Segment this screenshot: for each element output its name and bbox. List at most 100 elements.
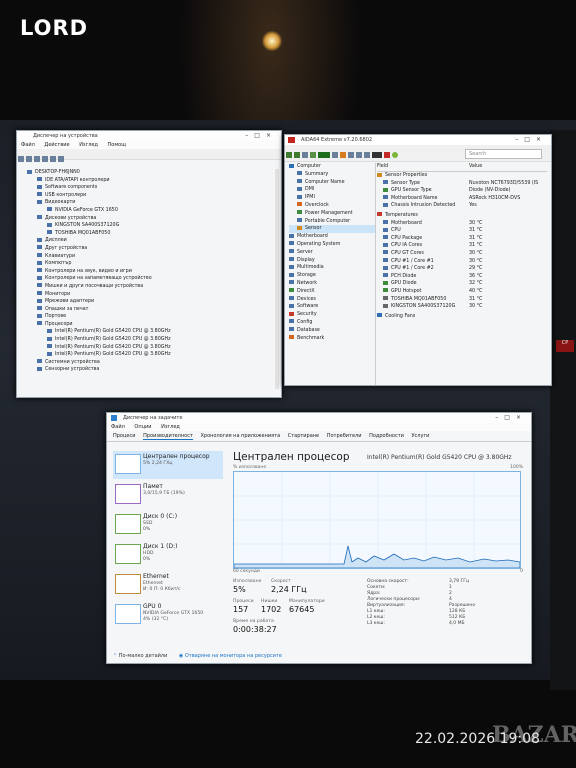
side-item-disk0[interactable]: Диск 0 (C:) SSD 0% (113, 511, 223, 539)
temperature-row[interactable]: TOSHIBA MQ01ABF050 31 °C (377, 296, 547, 304)
forward-icon[interactable] (26, 156, 32, 162)
nav-item[interactable]: Devices (289, 296, 375, 304)
tree-item[interactable]: Дискови устройства (27, 215, 281, 223)
menu-view[interactable]: Изглед (161, 424, 180, 430)
nav-item[interactable]: Summary (289, 171, 375, 179)
temperature-row[interactable]: CPU 31 °C (377, 227, 547, 235)
nav-item[interactable]: Server (289, 249, 375, 257)
tree-item[interactable]: Портове (27, 313, 281, 321)
col-value[interactable]: Value (469, 163, 482, 171)
tab-app-history[interactable]: Хронология на приложенията (200, 433, 280, 439)
tab-services[interactable]: Услуги (412, 433, 430, 439)
nav-item[interactable]: Portable Computer (289, 218, 375, 226)
temperature-row[interactable]: CPU IA Cores 31 °C (377, 242, 547, 250)
temperature-row[interactable]: CPU #1 / Core #1 30 °C (377, 258, 547, 266)
nav-item[interactable]: DirectX (289, 288, 375, 296)
gpu-icon[interactable] (364, 152, 370, 158)
tab-users[interactable]: Потребители (327, 433, 362, 439)
report-icon[interactable] (332, 152, 338, 158)
window-controls[interactable]: –□× (245, 131, 277, 141)
window-controls[interactable]: –□× (515, 135, 547, 145)
nav-item[interactable]: Computer Name (289, 179, 375, 187)
tree-item[interactable]: Сензорни устройства (27, 366, 281, 374)
tree-item[interactable]: Компютър (27, 260, 281, 268)
tree-item[interactable]: NVIDIA GeForce GTX 1650 (27, 207, 281, 215)
tree-item[interactable]: Intel(R) Pentium(R) Gold G5420 CPU @ 3.8… (27, 351, 281, 359)
memory-icon[interactable] (318, 152, 330, 158)
side-item-ethernet[interactable]: Ethernet Ethernet И: 0 П: 0 Кбит/с (113, 571, 223, 599)
monitor-icon[interactable] (58, 156, 64, 162)
tree-item[interactable]: Intel(R) Pentium(R) Gold G5420 CPU @ 3.8… (27, 328, 281, 336)
col-field[interactable]: Field (377, 164, 388, 169)
tree-item[interactable]: Intel(R) Pentium(R) Gold G5420 CPU @ 3.8… (27, 344, 281, 352)
nav-item[interactable]: Display (289, 257, 375, 265)
sensor-row[interactable]: Sensor Type Nuvoton NCT6793D/5539 (IS (377, 180, 547, 188)
menu-file[interactable]: Файл (21, 142, 35, 148)
temperature-row[interactable]: CPU Package 31 °C (377, 235, 547, 243)
nav-item[interactable]: Operating System (289, 241, 375, 249)
nav-item[interactable]: Security (289, 311, 375, 319)
nav-item[interactable]: Network (289, 280, 375, 288)
menu-view[interactable]: Изглед (79, 142, 98, 148)
tree-item[interactable]: Процесори (27, 321, 281, 329)
side-item-disk1[interactable]: Диск 1 (D:) HDD 0% (113, 541, 223, 569)
users-icon[interactable] (356, 152, 362, 158)
tab-performance[interactable]: Производителност (143, 433, 193, 440)
tree-item[interactable]: Мрежови адаптери (27, 298, 281, 306)
properties-icon[interactable] (34, 156, 40, 162)
sensor-row[interactable]: GPU Sensor Type Diode (NV-Diode) (377, 187, 547, 195)
refresh-icon[interactable] (310, 152, 316, 158)
tree-item[interactable]: Intel(R) Pentium(R) Gold G5420 CPU @ 3.8… (27, 336, 281, 344)
temperature-row[interactable]: GPU Hotspot 40 °C (377, 288, 547, 296)
temperature-row[interactable]: CPU #1 / Core #2 29 °C (377, 265, 547, 273)
tree-item[interactable]: Контролери на запаметяващо устройство (27, 275, 281, 283)
tree-item[interactable]: USB контролери (27, 192, 281, 200)
sensor-row[interactable]: Chassis Intrusion Detected Yes (377, 202, 547, 210)
tree-item[interactable]: Системни устройства (27, 359, 281, 367)
tab-details[interactable]: Подробности (369, 433, 404, 439)
temperature-row[interactable]: Motherboard 30 °C (377, 220, 547, 228)
forward-icon[interactable] (294, 152, 300, 158)
nav-item[interactable]: Power Management (289, 210, 375, 218)
menu-options[interactable]: Опции (134, 424, 151, 430)
tree-item[interactable]: TOSHIBA MQ01ABF050 (27, 230, 281, 238)
side-item-memory[interactable]: Памет 3,0/15,9 ГБ (19%) (113, 481, 223, 509)
up-icon[interactable] (302, 152, 308, 158)
stress-icon[interactable] (384, 152, 390, 158)
scan-icon[interactable] (50, 156, 56, 162)
chip-icon[interactable] (348, 152, 354, 158)
nav-item[interactable]: IPMI (289, 194, 375, 202)
menu-action[interactable]: Действие (44, 142, 69, 148)
tree-item[interactable]: KINGSTON SA400S37120G (27, 222, 281, 230)
window-controls[interactable]: –□× (495, 413, 527, 423)
device-tree-scrollbar[interactable] (275, 169, 279, 389)
nav-item[interactable]: Computer (289, 163, 375, 171)
nav-item[interactable]: Benchmark (289, 335, 375, 343)
chevron-up-icon[interactable]: ⌃ (113, 653, 117, 659)
sensor-row[interactable]: Motherboard Name ASRock H310CM-DVS (377, 195, 547, 203)
tree-item[interactable]: Дисплеи (27, 237, 281, 245)
tree-item[interactable]: Software components (27, 184, 281, 192)
tree-item[interactable]: Видеокарти (27, 199, 281, 207)
nav-item[interactable]: Database (289, 327, 375, 335)
tree-item[interactable]: Клавиатури (27, 253, 281, 261)
resource-monitor-link[interactable]: Отваряне на монитора на ресурсите (185, 653, 282, 659)
tab-startup[interactable]: Стартиране (288, 433, 319, 439)
gauge-icon[interactable] (392, 152, 398, 158)
back-icon[interactable] (18, 156, 24, 162)
tree-item[interactable]: IDE ATA/ATAPI контролери (27, 177, 281, 185)
nav-item[interactable]: Motherboard (289, 233, 375, 241)
flame-icon[interactable] (340, 152, 346, 158)
tree-item[interactable]: Контролери на звук, видео и игри (27, 268, 281, 276)
nav-item[interactable]: Overclock (289, 202, 375, 210)
tree-item[interactable]: Друг устройства (27, 245, 281, 253)
nav-item[interactable]: DMI (289, 186, 375, 194)
temperature-row[interactable]: PCH Diode 36 °C (377, 273, 547, 281)
tree-item[interactable]: Опашки за печат (27, 306, 281, 314)
benchmark-icon[interactable] (372, 152, 382, 158)
fewer-details-link[interactable]: По-малко детайли (119, 653, 168, 659)
nav-item[interactable]: Config (289, 319, 375, 327)
menu-file[interactable]: Файл (111, 424, 125, 430)
resource-monitor-icon[interactable]: ◉ (179, 653, 183, 659)
nav-item[interactable]: Multimedia (289, 264, 375, 272)
